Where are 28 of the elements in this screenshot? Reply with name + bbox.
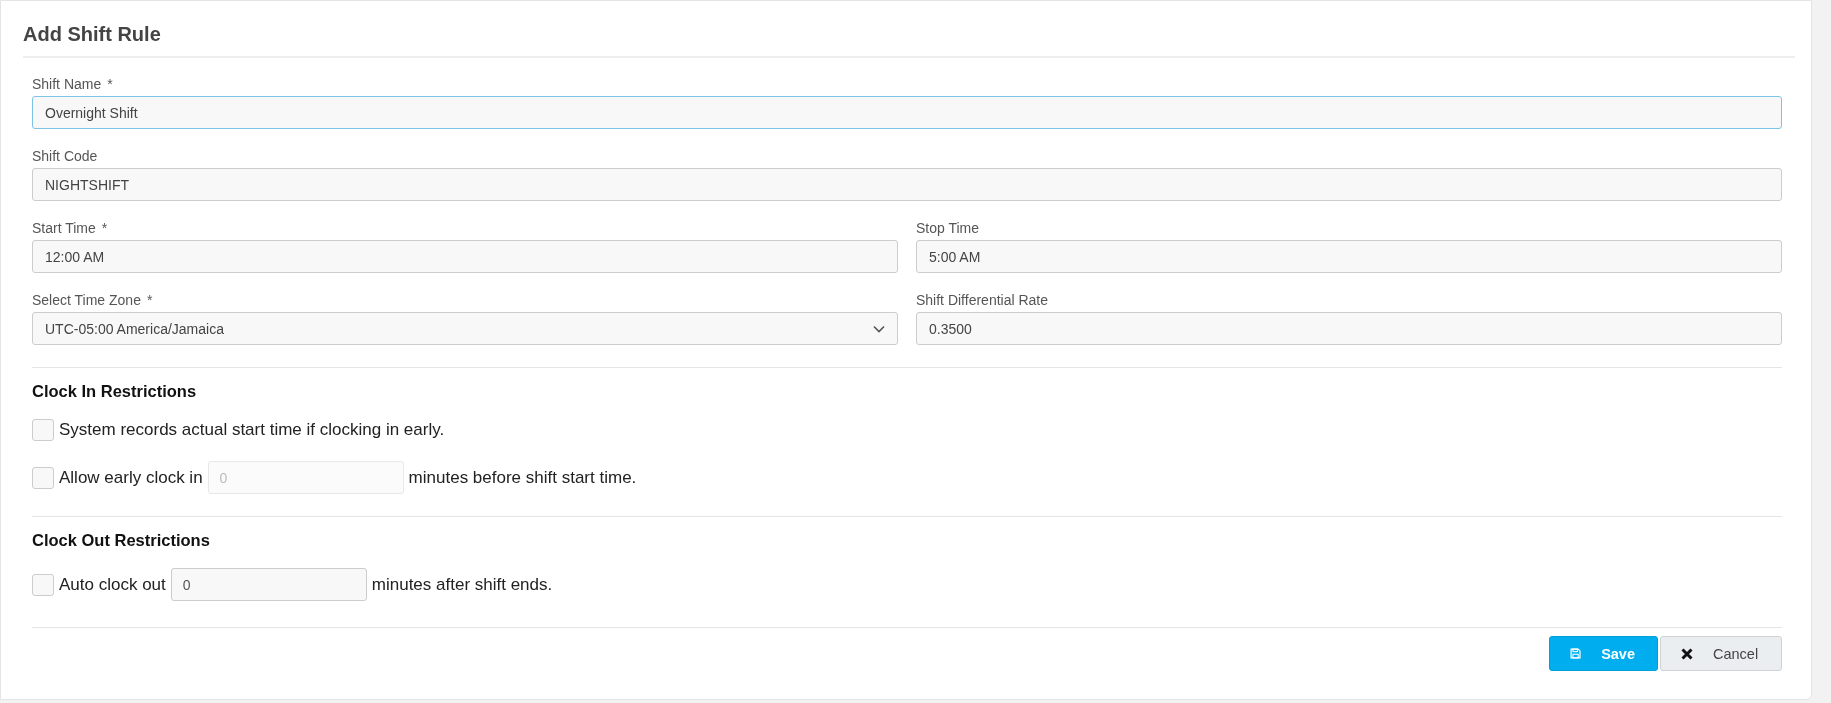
chevron-down-icon: [873, 324, 885, 333]
input-field[interactable]: 5:00 AM: [916, 240, 1782, 273]
minutes-text: minutes before shift start time.: [408, 467, 637, 488]
input-field[interactable]: Overnight Shift: [32, 96, 1782, 129]
section-heading: Clock Out Restrictions: [32, 531, 211, 550]
field-label: Select Time Zone *: [32, 292, 154, 308]
field-label: Shift Name *: [32, 76, 114, 92]
close-icon: [1681, 647, 1693, 660]
checkbox[interactable]: [32, 573, 54, 596]
input-field[interactable]: 12:00 AM: [32, 240, 898, 273]
field-label: Shift Code: [32, 148, 99, 164]
checkbox[interactable]: [32, 419, 54, 441]
checkbox[interactable]: [32, 466, 54, 489]
checkbox-label: System records actual start time if clocking in early.: [59, 420, 445, 440]
section-heading: Clock In Restrictions: [32, 382, 198, 401]
input-field[interactable]: 0.3500: [916, 312, 1782, 345]
field-label: Shift Differential Rate: [916, 292, 1050, 308]
checkbox-label: Allow early clock in: [59, 467, 203, 488]
field-label: Start Time *: [32, 220, 109, 236]
minutes-input[interactable]: 0: [170, 568, 367, 601]
minutes-text: minutes after shift ends.: [371, 574, 553, 595]
save-icon: [1570, 646, 1582, 661]
cancel-button[interactable]: Cancel: [1660, 636, 1782, 671]
input-field[interactable]: NIGHTSHIFT: [32, 168, 1782, 201]
form-title: Add Shift Rule: [23, 19, 1795, 58]
checkbox-label: Auto clock out: [59, 574, 166, 595]
time-zone-dropdown[interactable]: UTC-05:00 America/Jamaica: [32, 312, 898, 345]
field-label: Stop Time: [916, 220, 981, 236]
